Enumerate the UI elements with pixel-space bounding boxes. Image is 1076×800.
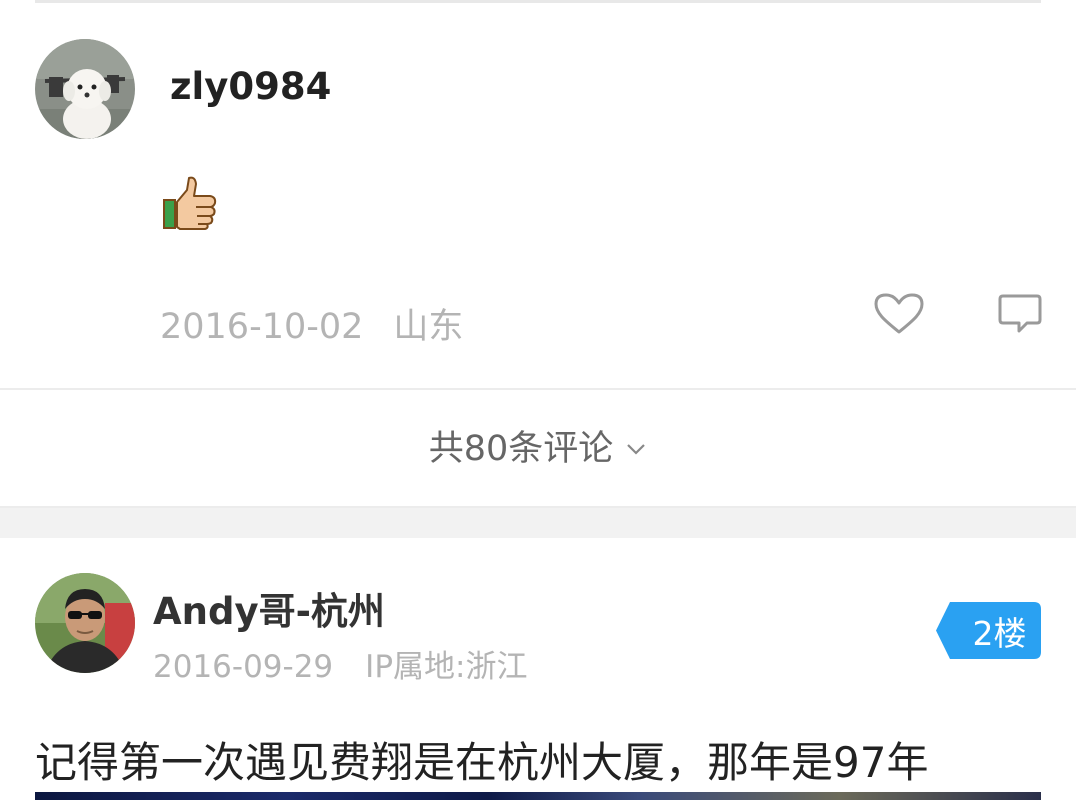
divider — [0, 388, 1076, 390]
ip-location: IP属地:浙江 — [365, 649, 528, 685]
view-all-comments-label: 共80条评论 — [428, 429, 614, 469]
comment-date: 2016-09-29 — [153, 649, 334, 685]
avatar-dog-image — [35, 39, 135, 139]
avatar[interactable] — [35, 39, 135, 139]
comment-feed: zly0984 2016-10-02 山东 共80条评论 Andy哥-杭州 20… — [0, 0, 1076, 800]
thumbs-up-icon — [160, 174, 220, 234]
username[interactable]: Andy哥-杭州 — [153, 587, 385, 637]
comment-date: 2016-10-02 — [160, 307, 364, 347]
floor-badge: 2楼 — [936, 602, 1041, 659]
comment-text: 记得第一次遇见费翔是在杭州大厦，那年是97年 — [35, 738, 929, 787]
like-heart-icon[interactable] — [873, 292, 925, 336]
avatar-man-image — [35, 573, 135, 673]
avatar[interactable] — [35, 573, 135, 673]
comment-image[interactable] — [35, 792, 1041, 800]
section-separator — [0, 508, 1076, 538]
view-all-comments-button[interactable]: 共80条评论 — [0, 392, 1076, 506]
reply-comment-icon[interactable] — [997, 293, 1043, 335]
top-divider — [35, 0, 1041, 3]
chevron-down-icon — [625, 438, 647, 460]
comment-meta: 2016-09-29 IP属地:浙江 — [153, 646, 527, 688]
username[interactable]: zly0984 — [170, 62, 331, 112]
floor-number: 2楼 — [972, 613, 1027, 653]
comment-region: 山东 — [393, 307, 464, 347]
comment-meta: 2016-10-02 山东 — [160, 304, 463, 350]
